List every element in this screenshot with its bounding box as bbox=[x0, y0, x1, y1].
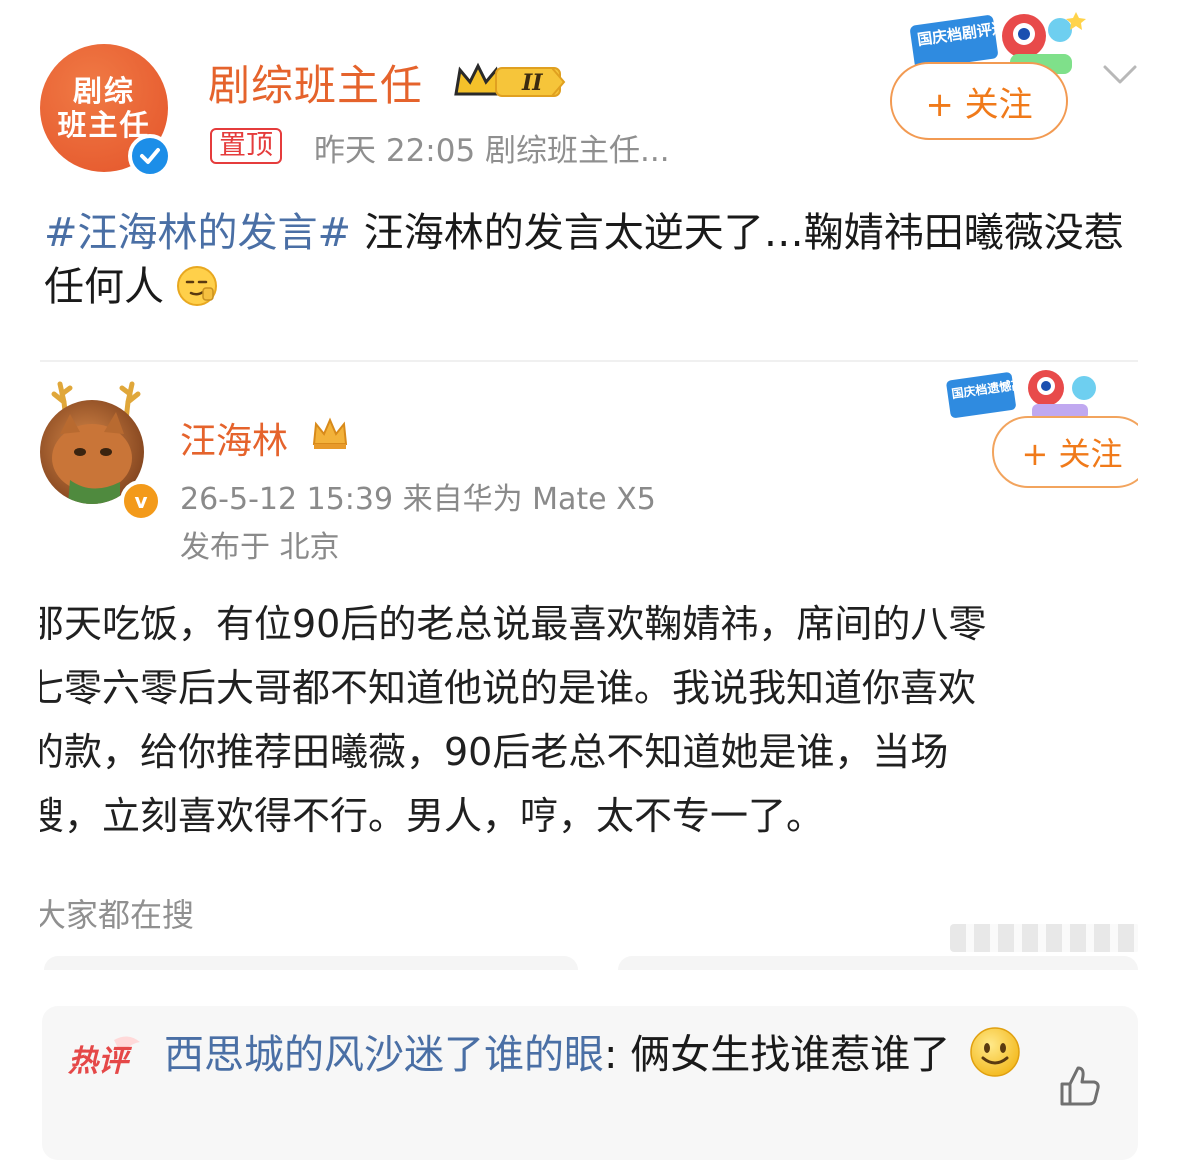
hot-comment-tag: 热评 bbox=[68, 1034, 144, 1079]
member-level-badge[interactable]: II bbox=[452, 58, 568, 102]
comment-body: : 俩女生找谁惹谁了 bbox=[604, 1032, 951, 1078]
promo-sticker: 国庆档遗憾高手 bbox=[942, 364, 1112, 424]
embed-text-line: 那天吃饭，有位90后的老总说最喜欢鞠婧祎，席间的八零 bbox=[40, 602, 987, 646]
trending-search-label: 大家都在搜 bbox=[40, 896, 195, 934]
blurred-content bbox=[950, 924, 1138, 952]
comment-text: 西思城的风沙迷了谁的眼: 俩女生找谁惹谁了 bbox=[164, 1026, 1044, 1084]
trending-card[interactable] bbox=[618, 956, 1138, 970]
pinned-tag: 置顶 bbox=[210, 128, 282, 164]
embed-body-text: 那天吃饭，有位90后的老总说最喜欢鞠婧祎，席间的八零 七零六零后大哥都不知道他说… bbox=[40, 592, 1138, 848]
post-text: #汪海林的发言# 汪海林的发言太逆天了…鞠婧祎田曦薇没惹任何人 bbox=[44, 206, 1144, 314]
svg-text:II: II bbox=[521, 70, 543, 96]
follow-button[interactable]: + 关注 bbox=[890, 62, 1068, 140]
author-name[interactable]: 剧综班主任 bbox=[208, 52, 423, 113]
post-meta: 昨天 22:05 剧综班主任... bbox=[314, 133, 670, 169]
chevron-down-icon[interactable] bbox=[1102, 64, 1138, 86]
embed-author-name[interactable]: 汪海林 bbox=[180, 412, 288, 464]
thumbs-up-icon[interactable] bbox=[1058, 1064, 1102, 1108]
avatar-logo-text: 剧综 班主任 bbox=[57, 74, 151, 142]
embed-text-line: 搜，立刻喜欢得不行。男人，哼，太不专一了。 bbox=[40, 794, 825, 838]
comment-username[interactable]: 西思城的风沙迷了谁的眼 bbox=[164, 1032, 604, 1078]
verified-icon: v bbox=[120, 480, 162, 522]
verified-icon bbox=[128, 134, 172, 178]
embed-text-line: 七零六零后大哥都不知道他说的是谁。我说我知道你喜欢 bbox=[40, 666, 977, 710]
divider bbox=[40, 360, 1138, 362]
smile-emoji-icon bbox=[970, 1027, 1020, 1077]
embed-text-line: 的款，给你推荐田曦薇，90后老总不知道她是谁，当场 bbox=[40, 730, 949, 774]
hot-comment[interactable]: 热评 西思城的风沙迷了谁的眼: 俩女生找谁惹谁了 bbox=[42, 1006, 1138, 1160]
trending-card[interactable] bbox=[44, 956, 578, 970]
smirk-emoji-icon bbox=[176, 266, 217, 306]
embedded-screenshot[interactable]: v 汪海林 26-5-12 15:39 来自华为 Mate X5 发布于 北京 … bbox=[40, 360, 1138, 970]
embed-post-location: 发布于 北京 bbox=[180, 530, 340, 565]
embed-post-meta: 26-5-12 15:39 来自华为 Mate X5 bbox=[180, 482, 656, 517]
embed-follow-button[interactable]: + 关注 bbox=[992, 416, 1138, 488]
crown-icon bbox=[312, 417, 348, 449]
hashtag-link[interactable]: #汪海林的发言# bbox=[44, 210, 351, 256]
